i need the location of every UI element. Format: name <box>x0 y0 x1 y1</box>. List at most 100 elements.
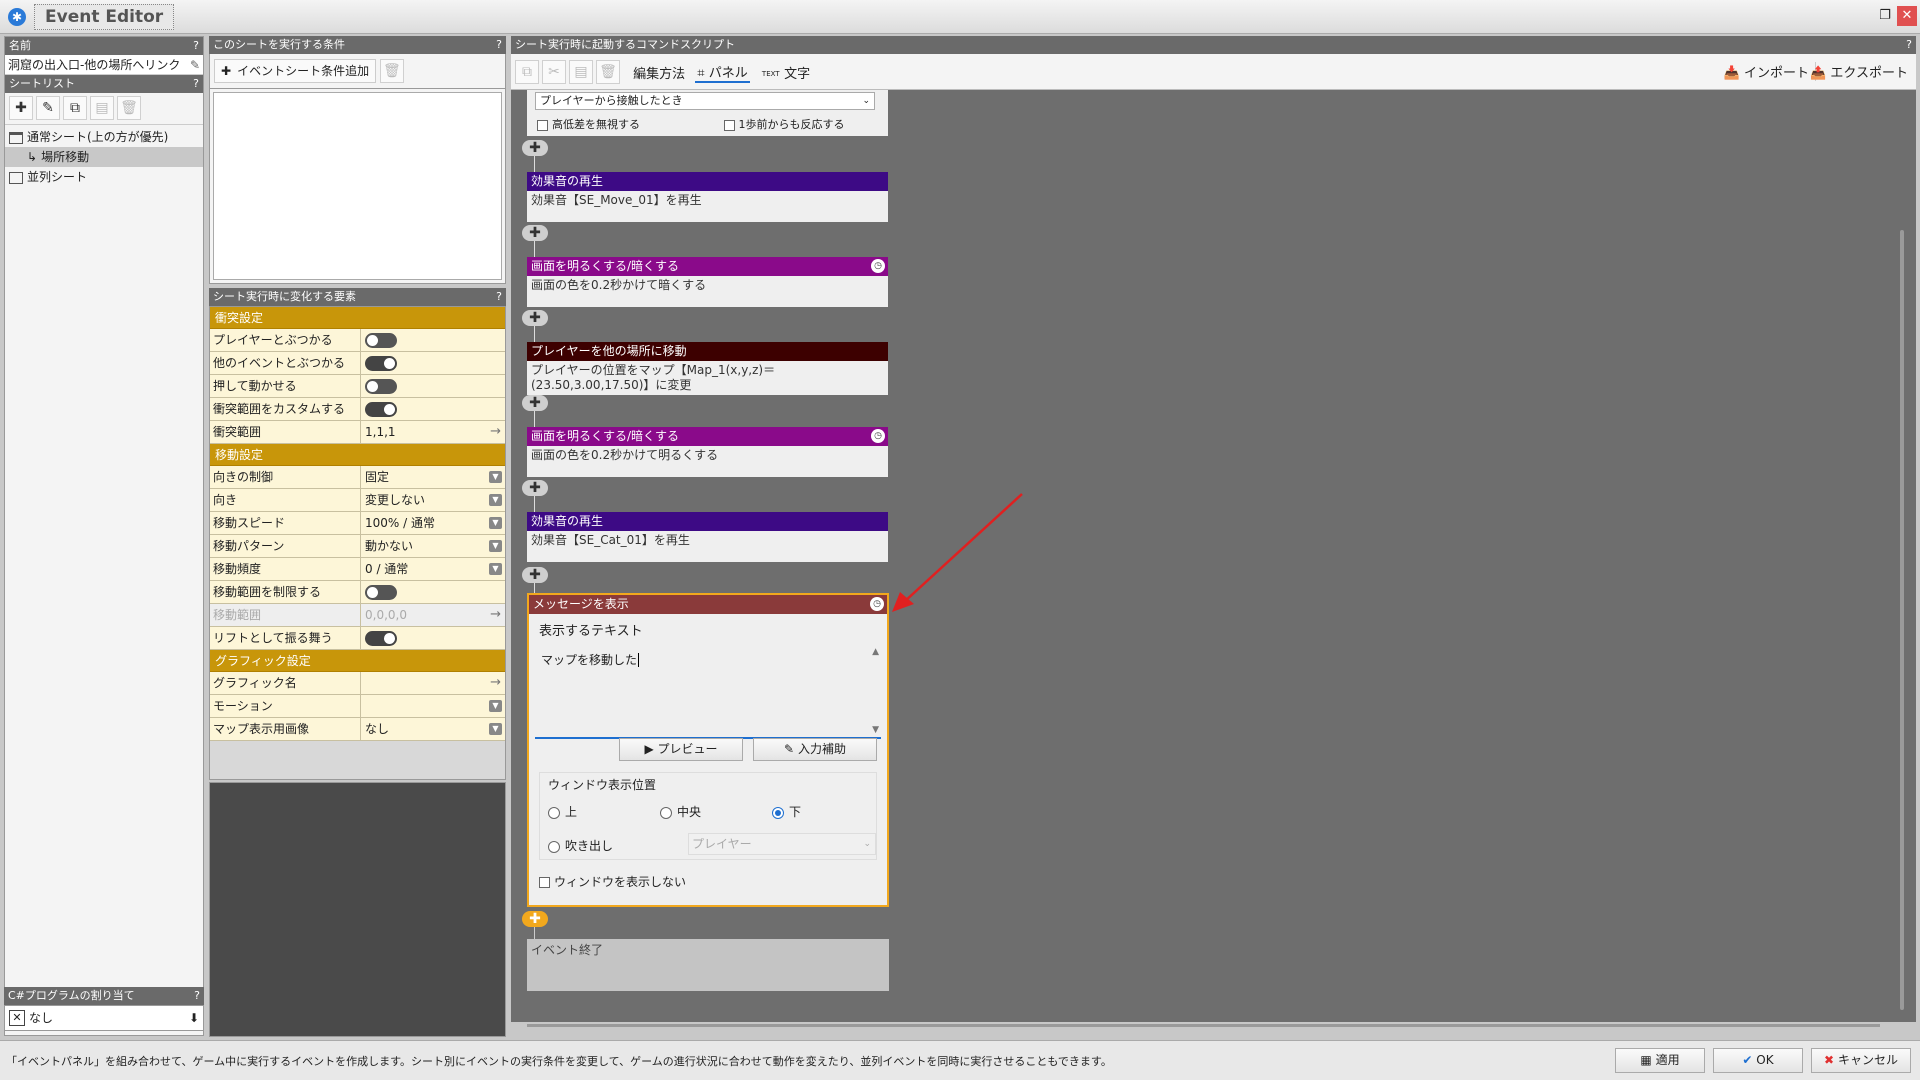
arrow-right-icon[interactable]: → <box>490 604 501 626</box>
pencil-icon[interactable]: ✎ <box>190 55 200 75</box>
scroll-down-icon[interactable]: ▼ <box>872 725 879 735</box>
property-value-cell[interactable]: 動かない ▼ <box>361 535 505 557</box>
dropdown-icon[interactable]: ▼ <box>489 563 502 575</box>
arrow-right-icon[interactable]: → <box>490 421 501 443</box>
tree-item-normal-sheets[interactable]: 通常シート(上の方が優先) <box>5 127 203 147</box>
arrow-right-icon[interactable]: → <box>490 672 501 694</box>
property-value-cell[interactable]: 固定 ▼ <box>361 466 505 488</box>
dropdown-icon[interactable]: ▼ <box>489 723 502 735</box>
property-row[interactable]: プレイヤーとぶつかる <box>210 329 505 352</box>
help-icon[interactable]: ? <box>496 288 502 306</box>
property-value-cell[interactable] <box>361 581 505 603</box>
command-block[interactable]: プレイヤーを他の場所に移動 プレイヤーの位置をマップ【Map_1(x,y,z)＝(… <box>527 342 888 395</box>
help-icon[interactable]: ? <box>1906 36 1912 54</box>
property-row[interactable]: マップ表示用画像 なし ▼ <box>210 718 505 741</box>
toggle-switch[interactable] <box>365 356 397 371</box>
hide-window-checkbox[interactable]: ウィンドウを表示しない <box>539 873 686 890</box>
property-value-cell[interactable]: 100% / 通常 ▼ <box>361 512 505 534</box>
property-row[interactable]: グラフィック名 → <box>210 672 505 695</box>
arrow-down-icon[interactable]: ⬇ <box>189 1006 199 1030</box>
one-step-checkbox[interactable]: 1歩前からも反応する <box>723 118 845 131</box>
paste-icon[interactable]: ▤ <box>90 96 114 120</box>
property-row[interactable]: リフトとして振る舞う <box>210 627 505 650</box>
message-command-block[interactable]: メッセージを表示 ◷ 表示するテキスト マップを移動した ▲ ▼ ▶ プレビュー … <box>527 593 889 907</box>
tree-item-location-move[interactable]: ↳ 場所移動 <box>5 147 203 167</box>
insert-command-icon[interactable]: ✚ <box>522 567 548 583</box>
cancel-button[interactable]: ✖ キャンセル <box>1811 1048 1911 1073</box>
property-value-cell[interactable] <box>361 375 505 397</box>
input-help-button[interactable]: ✎ 入力補助 <box>753 738 877 761</box>
command-block[interactable]: 画面を明るくする/暗くする ◷ 画面の色を0.2秒かけて暗くする <box>527 257 888 307</box>
property-value-cell[interactable] <box>361 627 505 649</box>
property-row[interactable]: 向きの制御 固定 ▼ <box>210 466 505 489</box>
help-icon[interactable]: ? <box>496 36 502 54</box>
toggle-switch[interactable] <box>365 333 397 348</box>
ok-button[interactable]: ✔ OK <box>1713 1048 1803 1073</box>
dropdown-icon[interactable]: ▼ <box>489 517 502 529</box>
property-value-cell[interactable]: → <box>361 672 505 694</box>
property-value-cell[interactable] <box>361 352 505 374</box>
property-value-cell[interactable]: ▼ <box>361 695 505 717</box>
position-bottom-radio[interactable]: 下 <box>772 803 801 820</box>
property-row[interactable]: 向き 変更しない ▼ <box>210 489 505 512</box>
dropdown-icon[interactable]: ▼ <box>489 494 502 506</box>
restore-icon[interactable]: ❐ <box>1875 6 1895 26</box>
toggle-switch[interactable] <box>365 631 397 646</box>
help-icon[interactable]: ? <box>193 37 199 55</box>
tree-item-parallel-sheets[interactable]: 並列シート <box>5 167 203 187</box>
property-value-cell[interactable] <box>361 329 505 351</box>
paste-icon[interactable]: ▤ <box>569 60 593 84</box>
vertical-scrollbar[interactable] <box>1900 230 1904 1010</box>
help-icon[interactable]: ? <box>193 75 199 93</box>
clear-icon[interactable]: ✕ <box>9 1010 25 1026</box>
clock-icon[interactable]: ◷ <box>870 597 884 611</box>
property-row[interactable]: 衝突範囲 1,1,1 → <box>210 421 505 444</box>
cut-icon[interactable]: ✂ <box>542 60 566 84</box>
toggle-switch[interactable] <box>365 585 397 600</box>
add-condition-button[interactable]: ✚ イベントシート条件追加 <box>214 59 377 83</box>
horizontal-scrollbar[interactable] <box>527 1024 1880 1027</box>
trash-icon[interactable]: 🗑 <box>379 59 404 83</box>
conditions-list[interactable] <box>213 92 502 280</box>
add-icon[interactable]: ✚ <box>9 96 33 120</box>
panel-mode-button[interactable]: ⌗ パネル <box>695 62 750 83</box>
position-center-radio[interactable]: 中央 <box>660 803 772 820</box>
csharp-select[interactable]: ✕ なし ⬇ <box>4 1005 204 1031</box>
property-row[interactable]: 移動頻度 0 / 通常 ▼ <box>210 558 505 581</box>
property-value-cell[interactable]: 0 / 通常 ▼ <box>361 558 505 580</box>
property-row[interactable]: 衝突範囲をカスタムする <box>210 398 505 421</box>
property-row[interactable]: 移動範囲を制限する <box>210 581 505 604</box>
ignore-height-checkbox[interactable]: 高低差を無視する <box>537 118 640 131</box>
clock-icon[interactable]: ◷ <box>871 259 885 273</box>
property-row[interactable]: 移動パターン 動かない ▼ <box>210 535 505 558</box>
position-top-radio[interactable]: 上 <box>548 803 660 820</box>
edit-icon[interactable]: ✎ <box>36 96 60 120</box>
insert-command-icon[interactable]: ✚ <box>522 480 548 496</box>
export-button[interactable]: 📤 エクスポート <box>1810 62 1908 81</box>
command-block[interactable]: 効果音の再生 効果音【SE_Cat_01】を再生 <box>527 512 888 562</box>
property-value-cell[interactable] <box>361 398 505 420</box>
property-row[interactable]: モーション ▼ <box>210 695 505 718</box>
insert-command-icon[interactable]: ✚ <box>522 911 548 927</box>
preview-button[interactable]: ▶ プレビュー <box>619 738 743 761</box>
property-row[interactable]: 押して動かせる <box>210 375 505 398</box>
trigger-select[interactable]: プレイヤーから接触したとき ⌄ <box>535 92 875 110</box>
trash-icon[interactable]: 🗑 <box>117 96 141 120</box>
balloon-target-select[interactable]: プレイヤー ⌄ <box>688 833 876 855</box>
property-value-cell[interactable]: 変更しない ▼ <box>361 489 505 511</box>
toggle-switch[interactable] <box>365 379 397 394</box>
text-mode-button[interactable]: TEXT 文字 <box>762 63 810 82</box>
property-value-cell[interactable]: なし ▼ <box>361 718 505 740</box>
property-value-cell[interactable]: 0,0,0,0 → <box>361 604 505 626</box>
scroll-up-icon[interactable]: ▲ <box>872 647 879 657</box>
dropdown-icon[interactable]: ▼ <box>489 471 502 483</box>
duplicate-icon[interactable]: ⧉ <box>63 96 87 120</box>
trash-icon[interactable]: 🗑 <box>596 60 620 84</box>
insert-command-icon[interactable]: ✚ <box>522 225 548 241</box>
close-icon[interactable]: ✕ <box>1897 6 1917 26</box>
command-block[interactable]: 画面を明るくする/暗くする ◷ 画面の色を0.2秒かけて明るくする <box>527 427 888 477</box>
insert-command-icon[interactable]: ✚ <box>522 395 548 411</box>
message-textarea[interactable]: マップを移動した ▲ ▼ <box>535 645 881 739</box>
property-value-cell[interactable]: 1,1,1 → <box>361 421 505 443</box>
balloon-radio[interactable]: 吹き出し <box>548 839 613 853</box>
